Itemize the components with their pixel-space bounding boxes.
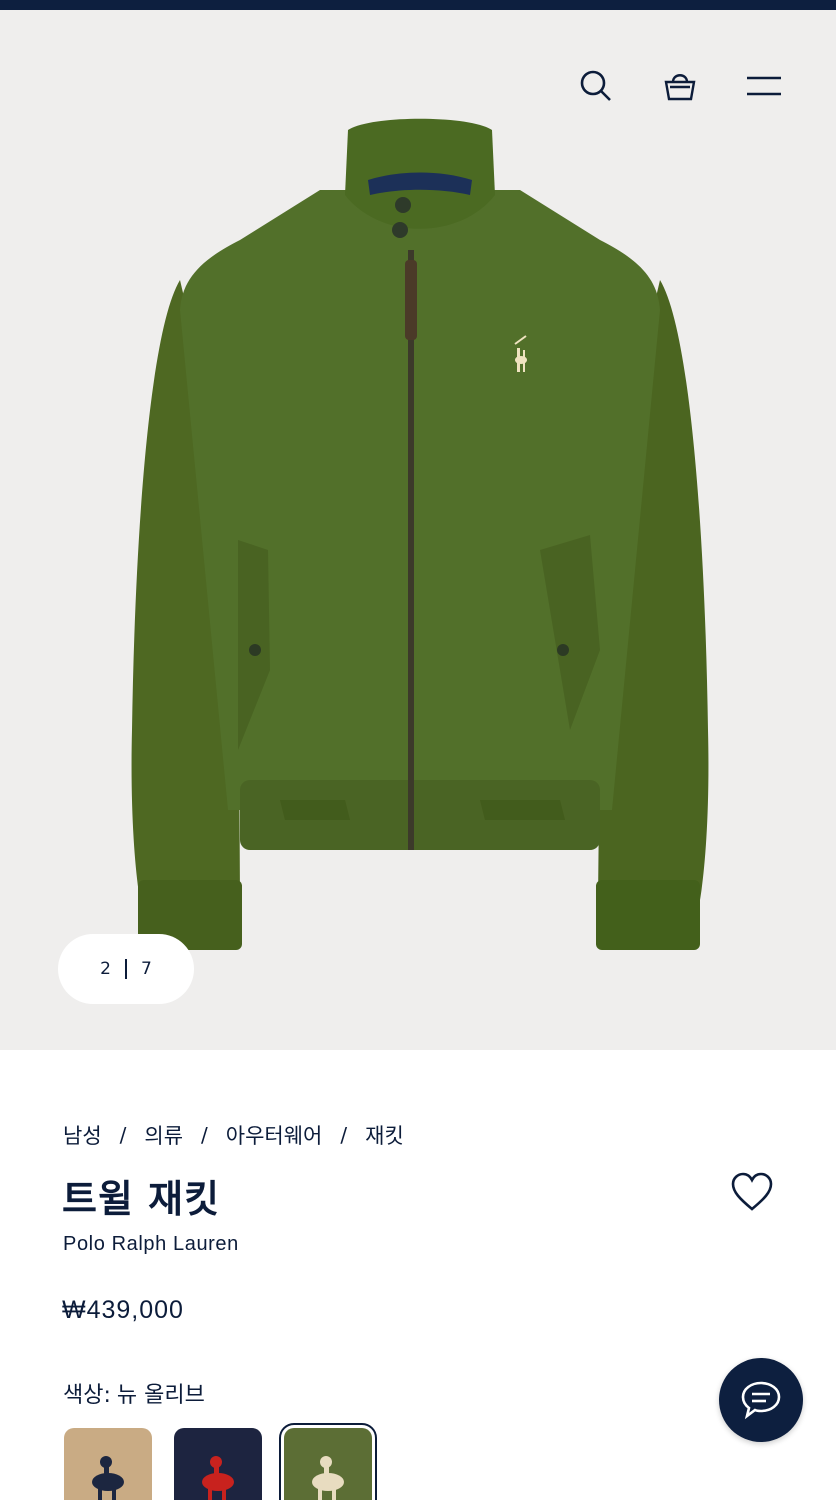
product-price: ₩439,000 (62, 1296, 184, 1324)
color-label-prefix: 색상: (63, 1383, 111, 1408)
breadcrumb: 남성 / 의류 / 아우터웨어 / 재킷 (63, 1120, 404, 1150)
header-actions (576, 66, 784, 106)
product-brand: Polo Ralph Lauren (63, 1233, 239, 1255)
breadcrumb-item-clothing[interactable]: 의류 (144, 1120, 183, 1150)
color-selected-name: 뉴 올리브 (116, 1383, 205, 1408)
breadcrumb-separator: / (201, 1123, 208, 1147)
polo-player-icon (92, 1456, 124, 1500)
product-image-gallery[interactable]: 2 7 (0, 10, 836, 1050)
heart-icon (731, 1172, 773, 1211)
polo-player-icon (312, 1456, 344, 1500)
search-icon[interactable] (576, 66, 616, 106)
pager-total: 7 (141, 959, 152, 979)
product-title: 트윌 재킷 (62, 1176, 221, 1221)
shopping-bag-icon[interactable] (660, 66, 700, 106)
wishlist-button[interactable] (726, 1168, 778, 1216)
top-bar (0, 0, 836, 10)
breadcrumb-item-outerwear[interactable]: 아우터웨어 (226, 1120, 323, 1150)
color-label: 색상: 뉴 올리브 (63, 1377, 205, 1409)
chat-button[interactable] (719, 1358, 803, 1442)
pager-current: 2 (100, 959, 111, 979)
gallery-pager: 2 7 (58, 934, 194, 1004)
breadcrumb-item-jackets[interactable]: 재킷 (365, 1120, 404, 1150)
menu-icon[interactable] (744, 66, 784, 106)
breadcrumb-separator: / (119, 1123, 127, 1147)
chat-icon (741, 1381, 781, 1420)
swatch-tan[interactable] (64, 1428, 152, 1500)
swatch-olive[interactable] (279, 1423, 377, 1500)
polo-player-icon (202, 1456, 234, 1500)
swatch-navy[interactable] (174, 1428, 262, 1500)
product-image (131, 118, 709, 950)
breadcrumb-separator: / (340, 1123, 348, 1147)
color-swatches (64, 1423, 377, 1500)
pager-separator (125, 959, 127, 979)
breadcrumb-item-men[interactable]: 남성 (63, 1120, 102, 1150)
